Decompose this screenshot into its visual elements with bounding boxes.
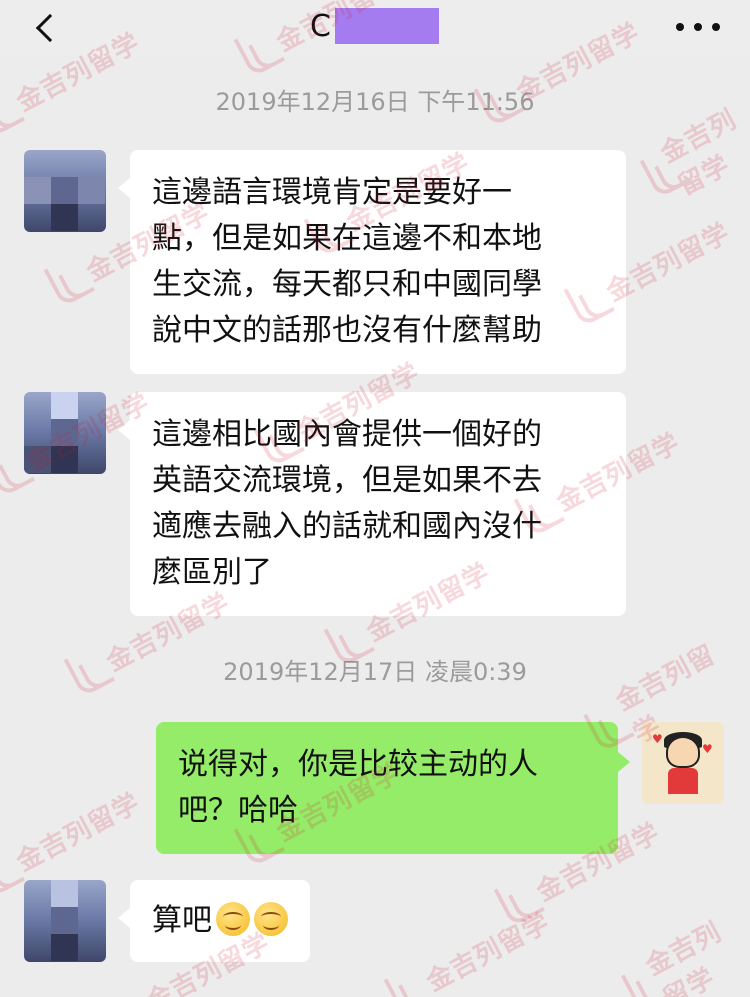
watermark-text: 金吉列留学 (641, 917, 727, 997)
message-line: 说得对，你是比较主动的人 (178, 747, 538, 782)
message-line: 這邊語言環境肯定是要好一 (152, 175, 512, 210)
message-text: 算吧 (152, 903, 212, 938)
chat-title: C (310, 6, 439, 46)
message-line: 麼區別了 (152, 555, 272, 590)
message-line: 點，但是如果在這邊不和本地 (152, 221, 542, 256)
chat-header: C (0, 0, 750, 56)
my-avatar[interactable]: ♥ ♥ (642, 722, 724, 804)
more-button[interactable] (676, 12, 720, 42)
avatar-body (668, 768, 698, 794)
watermark-logo-icon (491, 876, 543, 929)
more-dots-icon (676, 23, 684, 31)
heart-icon: ♥ (702, 742, 713, 756)
avatar-face (666, 736, 700, 768)
more-dots-icon (712, 23, 720, 31)
watermark-text: 金吉列留学 (11, 787, 145, 878)
heart-icon: ♥ (652, 732, 663, 746)
title-redaction (334, 8, 439, 44)
message-bubble-incoming[interactable]: 這邊語言環境肯定是要好一 點，但是如果在這邊不和本地 生交流，每天都只和中國同學… (118, 150, 626, 374)
message-bubble-outgoing[interactable]: 说得对，你是比较主动的人 吧？哈哈 (156, 722, 630, 854)
timestamp: 2019年12月17日 凌晨0:39 (223, 658, 527, 686)
message-line: 英語交流環境，但是如果不去 (152, 463, 542, 498)
message-line: 這邊相比國內會提供一個好的 (152, 417, 542, 452)
message-line: 生交流，每天都只和中國同學 (152, 267, 542, 302)
watermark: 金吉列留学 (610, 904, 750, 997)
smile-emoji (216, 902, 250, 936)
smile-emoji (254, 902, 288, 936)
watermark-logo-icon (381, 966, 433, 997)
watermark-logo-icon (41, 256, 93, 309)
watermark-logo-icon (101, 986, 153, 997)
message-line: 說中文的話那也沒有什麼幫助 (152, 313, 542, 348)
chevron-left-icon (35, 13, 65, 43)
watermark-text: 金吉列留学 (421, 907, 555, 997)
message-line: 適應去融入的話就和國內沒什 (152, 509, 542, 544)
watermark-logo-icon (618, 967, 661, 997)
watermark-logo-icon (637, 154, 676, 200)
more-dots-icon (694, 23, 702, 31)
message-line: 吧？哈哈 (178, 793, 298, 828)
watermark-logo-icon (0, 846, 23, 899)
back-button[interactable] (28, 10, 65, 46)
avatar[interactable] (24, 392, 106, 474)
avatar[interactable] (24, 880, 106, 962)
avatar[interactable] (24, 150, 106, 232)
message-bubble-incoming[interactable]: 算吧 (118, 880, 310, 962)
timestamp: 2019年12月16日 下午11:56 (215, 88, 535, 116)
message-bubble-incoming[interactable]: 這邊相比國內會提供一個好的 英語交流環境，但是如果不去 適應去融入的話就和國內沒… (118, 392, 626, 616)
chat-title-text: C (310, 8, 331, 44)
watermark: 金吉列留学 (381, 901, 556, 997)
